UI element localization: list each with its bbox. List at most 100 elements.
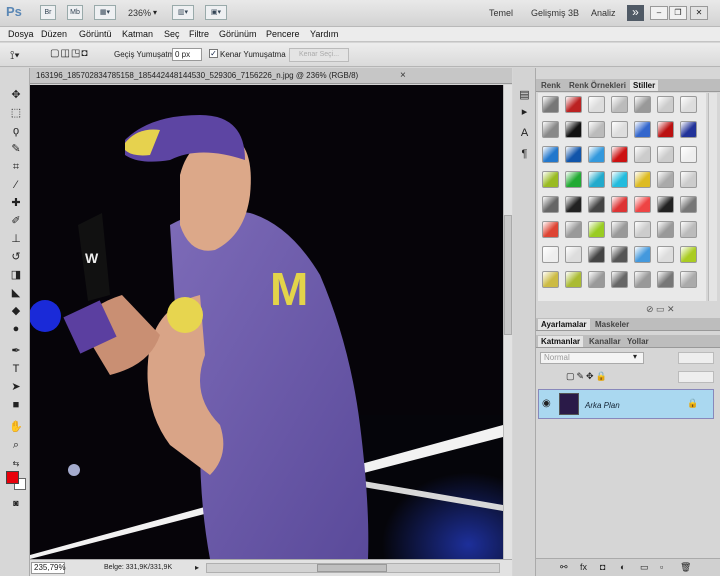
style-swatch[interactable] xyxy=(680,171,697,188)
style-swatch[interactable] xyxy=(657,121,674,138)
hand-tool-icon[interactable]: ✋ xyxy=(8,420,24,435)
add-mask-icon[interactable]: ◘ xyxy=(600,562,605,572)
tab-yollar[interactable]: Yollar xyxy=(624,336,652,347)
style-swatch[interactable] xyxy=(565,171,582,188)
layer-name[interactable]: Arka Plan xyxy=(585,401,620,410)
bridge-button[interactable]: Br xyxy=(40,5,56,20)
delete-layer-icon[interactable]: 🗑 xyxy=(680,562,691,573)
history-panel-icon[interactable]: ▤ xyxy=(518,88,531,102)
path-selection-tool-icon[interactable]: ➤ xyxy=(8,380,24,395)
tab-renk[interactable]: Renk xyxy=(538,80,564,91)
status-menu-arrow-icon[interactable]: ▸ xyxy=(195,563,199,572)
zoom-tool-icon[interactable]: ⌕ xyxy=(8,438,24,453)
zoom-level[interactable]: 236% xyxy=(128,8,151,18)
styles-panel-footer-icons[interactable]: ⊘ ▭ ✕ xyxy=(646,304,675,315)
character-panel-icon[interactable]: A xyxy=(518,126,531,140)
style-swatch[interactable] xyxy=(611,196,628,213)
lasso-icon[interactable]: ⟟▾ xyxy=(10,48,20,63)
workspace-temel[interactable]: Temel xyxy=(489,8,513,18)
brush-tool-icon[interactable]: ✐ xyxy=(8,214,24,229)
menu-duzen[interactable]: Düzen xyxy=(41,29,67,39)
menu-goruntu[interactable]: Görüntü xyxy=(79,29,112,39)
document-tab[interactable]: 163196_185702834785158_185442448144530_5… xyxy=(30,68,512,84)
new-layer-icon[interactable]: ▫ xyxy=(660,562,663,572)
style-swatch[interactable] xyxy=(634,146,651,163)
style-swatch[interactable] xyxy=(634,121,651,138)
style-swatch[interactable] xyxy=(565,221,582,238)
vertical-scroll-thumb[interactable] xyxy=(504,215,512,335)
style-swatch[interactable] xyxy=(634,196,651,213)
tab-stiller[interactable]: Stiller xyxy=(630,80,659,91)
style-swatch[interactable] xyxy=(657,196,674,213)
chevron-down-icon[interactable]: ▾ xyxy=(633,352,637,361)
new-group-icon[interactable]: ▭ xyxy=(640,562,649,573)
menu-katman[interactable]: Katman xyxy=(122,29,153,39)
style-swatch[interactable] xyxy=(680,121,697,138)
close-button[interactable]: ✕ xyxy=(690,6,708,20)
paragraph-panel-icon[interactable]: ¶ xyxy=(518,147,531,161)
style-swatch[interactable] xyxy=(588,96,605,113)
style-swatch[interactable] xyxy=(542,271,559,288)
style-swatch[interactable] xyxy=(634,271,651,288)
style-swatch[interactable] xyxy=(611,121,628,138)
actions-panel-icon[interactable]: ▸ xyxy=(518,105,531,119)
view-extras-button[interactable]: ▦▾ xyxy=(94,5,116,20)
style-swatch[interactable] xyxy=(565,121,582,138)
style-swatch[interactable] xyxy=(611,171,628,188)
style-swatch[interactable] xyxy=(680,196,697,213)
layer-style-icon[interactable]: fx xyxy=(580,562,587,572)
style-swatch[interactable] xyxy=(542,171,559,188)
style-swatch[interactable] xyxy=(565,271,582,288)
menu-pencere[interactable]: Pencere xyxy=(266,29,300,39)
minimize-button[interactable]: – xyxy=(650,6,668,20)
menu-sec[interactable]: Seç xyxy=(164,29,180,39)
refine-edge-button[interactable]: Kenar Seçi... xyxy=(289,48,349,62)
style-swatch[interactable] xyxy=(588,146,605,163)
style-swatch[interactable] xyxy=(611,246,628,263)
style-swatch[interactable] xyxy=(634,221,651,238)
foreground-color-swatch[interactable] xyxy=(6,471,19,484)
lasso-tool-icon[interactable]: ϙ xyxy=(8,124,24,139)
marquee-tool-icon[interactable]: ⬚ xyxy=(8,106,24,121)
link-layers-icon[interactable]: ⚯ xyxy=(560,562,568,573)
tab-katmanlar[interactable]: Katmanlar xyxy=(538,336,584,347)
menu-filtre[interactable]: Filtre xyxy=(189,29,209,39)
quick-selection-tool-icon[interactable]: ✎ xyxy=(8,142,24,157)
blend-mode-select[interactable]: Normal xyxy=(540,352,644,364)
adjustment-layer-icon[interactable]: ◐ xyxy=(620,562,625,572)
style-swatch[interactable] xyxy=(634,171,651,188)
style-swatch[interactable] xyxy=(565,96,582,113)
antialias-checkbox[interactable]: ✓ xyxy=(209,49,218,58)
horizontal-scroll-thumb[interactable] xyxy=(317,564,387,572)
style-swatch[interactable] xyxy=(657,96,674,113)
move-tool-icon[interactable]: ✥ xyxy=(8,88,24,103)
tab-renk-ornekleri[interactable]: Renk Örnekleri xyxy=(566,80,629,91)
style-swatch[interactable] xyxy=(657,271,674,288)
style-swatch[interactable] xyxy=(588,246,605,263)
dodge-tool-icon[interactable]: ● xyxy=(8,322,24,337)
style-swatch[interactable] xyxy=(634,96,651,113)
style-swatch[interactable] xyxy=(588,121,605,138)
workspace-analiz[interactable]: Analiz xyxy=(591,8,616,18)
selection-mode-icon[interactable]: ▢◫◳◘ xyxy=(50,48,88,59)
style-swatch[interactable] xyxy=(542,146,559,163)
style-swatch[interactable] xyxy=(542,121,559,138)
history-brush-tool-icon[interactable]: ↺ xyxy=(8,250,24,265)
arrange-documents-button[interactable]: ▥▾ xyxy=(172,5,194,20)
style-swatch[interactable] xyxy=(657,221,674,238)
eyedropper-tool-icon[interactable]: ⁄ xyxy=(8,178,24,193)
mini-bridge-button[interactable]: Mb xyxy=(67,5,83,20)
blur-tool-icon[interactable]: ◆ xyxy=(8,304,24,319)
style-swatch[interactable] xyxy=(542,221,559,238)
style-swatch[interactable] xyxy=(611,221,628,238)
style-swatch[interactable] xyxy=(588,271,605,288)
horizontal-scrollbar[interactable] xyxy=(206,563,500,573)
swap-colors-icon[interactable]: ⇆ xyxy=(8,456,24,471)
style-swatch[interactable] xyxy=(542,246,559,263)
style-swatch[interactable] xyxy=(680,221,697,238)
style-swatch[interactable] xyxy=(680,271,697,288)
zoom-chevron-down-icon[interactable]: ▾ xyxy=(153,8,157,17)
style-swatch[interactable] xyxy=(611,146,628,163)
style-swatch[interactable] xyxy=(657,146,674,163)
screen-mode-button[interactable]: ▣▾ xyxy=(205,5,227,20)
